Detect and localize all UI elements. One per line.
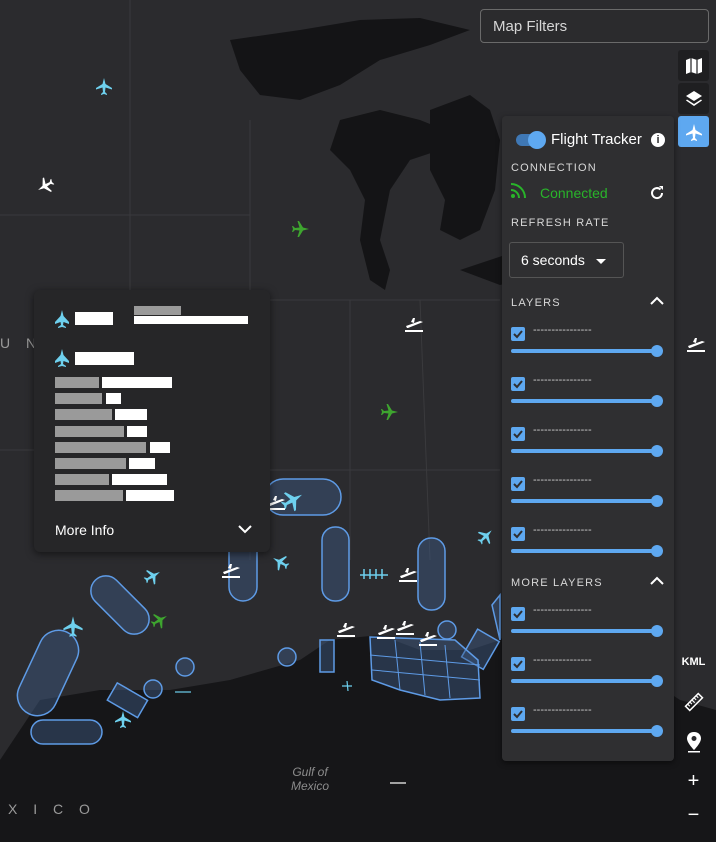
connection-status: Connected (540, 185, 608, 201)
layer-checkbox[interactable] (511, 427, 525, 441)
more-layers-label: MORE LAYERS (511, 577, 603, 589)
layer-row: ---------------- (511, 654, 663, 697)
layer-opacity-slider[interactable] (651, 725, 663, 737)
flight-tracker-toggle[interactable] (516, 131, 546, 149)
check-icon (513, 480, 523, 489)
layer-name: ---------------- (533, 424, 592, 436)
layer-opacity-slider[interactable] (651, 495, 663, 507)
layer-row: ---------------- (511, 374, 663, 417)
jet-icon (55, 349, 69, 367)
check-icon (513, 710, 523, 719)
layer-checkbox[interactable] (511, 527, 525, 541)
kml-button[interactable]: KML (678, 650, 709, 674)
layer-row: ---------------- (511, 424, 663, 467)
check-icon (513, 530, 523, 539)
signal-icon (511, 183, 526, 198)
jet-icon (55, 310, 69, 328)
layer-opacity-slider[interactable] (651, 625, 663, 637)
caret-down-icon (596, 259, 606, 264)
layer-name: ---------------- (533, 324, 592, 336)
layer-opacity-slider[interactable] (651, 395, 663, 407)
place-marker-button[interactable] (678, 726, 709, 757)
layer-checkbox[interactable] (511, 477, 525, 491)
layers-icon (685, 90, 702, 106)
layer-row: ---------------- (511, 324, 663, 367)
layer-opacity-track[interactable] (511, 729, 657, 733)
aircraft-info-popup: More Info (34, 290, 270, 552)
layer-opacity-track[interactable] (511, 349, 657, 353)
map-view-button[interactable] (678, 50, 709, 81)
redacted-callsign (75, 312, 113, 325)
layer-opacity-track[interactable] (511, 449, 657, 453)
check-icon (513, 380, 523, 389)
layer-name: ---------------- (533, 654, 592, 666)
layers-button[interactable] (678, 83, 709, 114)
refresh-icon[interactable] (649, 185, 665, 201)
layer-row: ---------------- (511, 474, 663, 517)
layer-opacity-slider[interactable] (651, 445, 663, 457)
refresh-rate-select[interactable]: 6 seconds (509, 242, 624, 278)
layer-checkbox[interactable] (511, 707, 525, 721)
connection-label: CONNECTION (511, 162, 597, 174)
layer-opacity-track[interactable] (511, 679, 657, 683)
chevron-down-icon[interactable] (238, 524, 252, 534)
layer-row: ---------------- (511, 704, 663, 747)
ruler-icon (683, 691, 704, 712)
check-icon (513, 610, 523, 619)
panel-title: Flight Tracker (551, 131, 642, 148)
more-info-toggle[interactable]: More Info (55, 522, 114, 538)
map-filters-input[interactable]: Map Filters (480, 9, 709, 43)
chevron-up-icon[interactable] (650, 576, 664, 586)
flight-tracker-panel: Flight Tracker i CONNECTION Connected RE… (502, 116, 674, 761)
map-icon (685, 57, 702, 74)
layer-opacity-slider[interactable] (651, 345, 663, 357)
redacted-field (134, 306, 181, 315)
layer-name: ---------------- (533, 704, 592, 716)
layer-checkbox[interactable] (511, 327, 525, 341)
check-icon (513, 660, 523, 669)
check-icon (513, 330, 523, 339)
check-icon (513, 430, 523, 439)
layer-name: ---------------- (533, 604, 592, 616)
location-pin-icon (686, 731, 701, 752)
layer-opacity-slider[interactable] (651, 675, 663, 687)
refresh-rate-label: REFRESH RATE (511, 217, 610, 229)
flight-tracker-button[interactable] (678, 116, 709, 147)
layer-row: ---------------- (511, 524, 663, 567)
country-label-bottom: X I C O (8, 801, 96, 817)
measure-button[interactable] (678, 686, 709, 717)
layer-opacity-slider[interactable] (651, 545, 663, 557)
gulf-of-mexico-label: Gulf of Mexico (290, 765, 329, 793)
airplane-icon (685, 123, 702, 141)
chevron-up-icon[interactable] (650, 296, 664, 306)
toggle-knob (528, 131, 546, 149)
refresh-rate-value: 6 seconds (521, 252, 585, 268)
layer-name: ---------------- (533, 474, 592, 486)
redacted-field (134, 316, 248, 324)
info-icon[interactable]: i (651, 133, 665, 147)
layer-row: ---------------- (511, 604, 663, 647)
layer-checkbox[interactable] (511, 377, 525, 391)
layer-name: ---------------- (533, 374, 592, 386)
redacted-aircraft-type (75, 352, 134, 365)
layer-opacity-track[interactable] (511, 629, 657, 633)
layer-opacity-track[interactable] (511, 499, 657, 503)
layer-name: ---------------- (533, 524, 592, 536)
layer-checkbox[interactable] (511, 657, 525, 671)
layer-checkbox[interactable] (511, 607, 525, 621)
zoom-in-button[interactable]: + (678, 769, 709, 793)
layer-opacity-track[interactable] (511, 549, 657, 553)
layer-opacity-track[interactable] (511, 399, 657, 403)
zoom-out-button[interactable]: − (678, 803, 709, 827)
layers-label: LAYERS (511, 297, 561, 309)
